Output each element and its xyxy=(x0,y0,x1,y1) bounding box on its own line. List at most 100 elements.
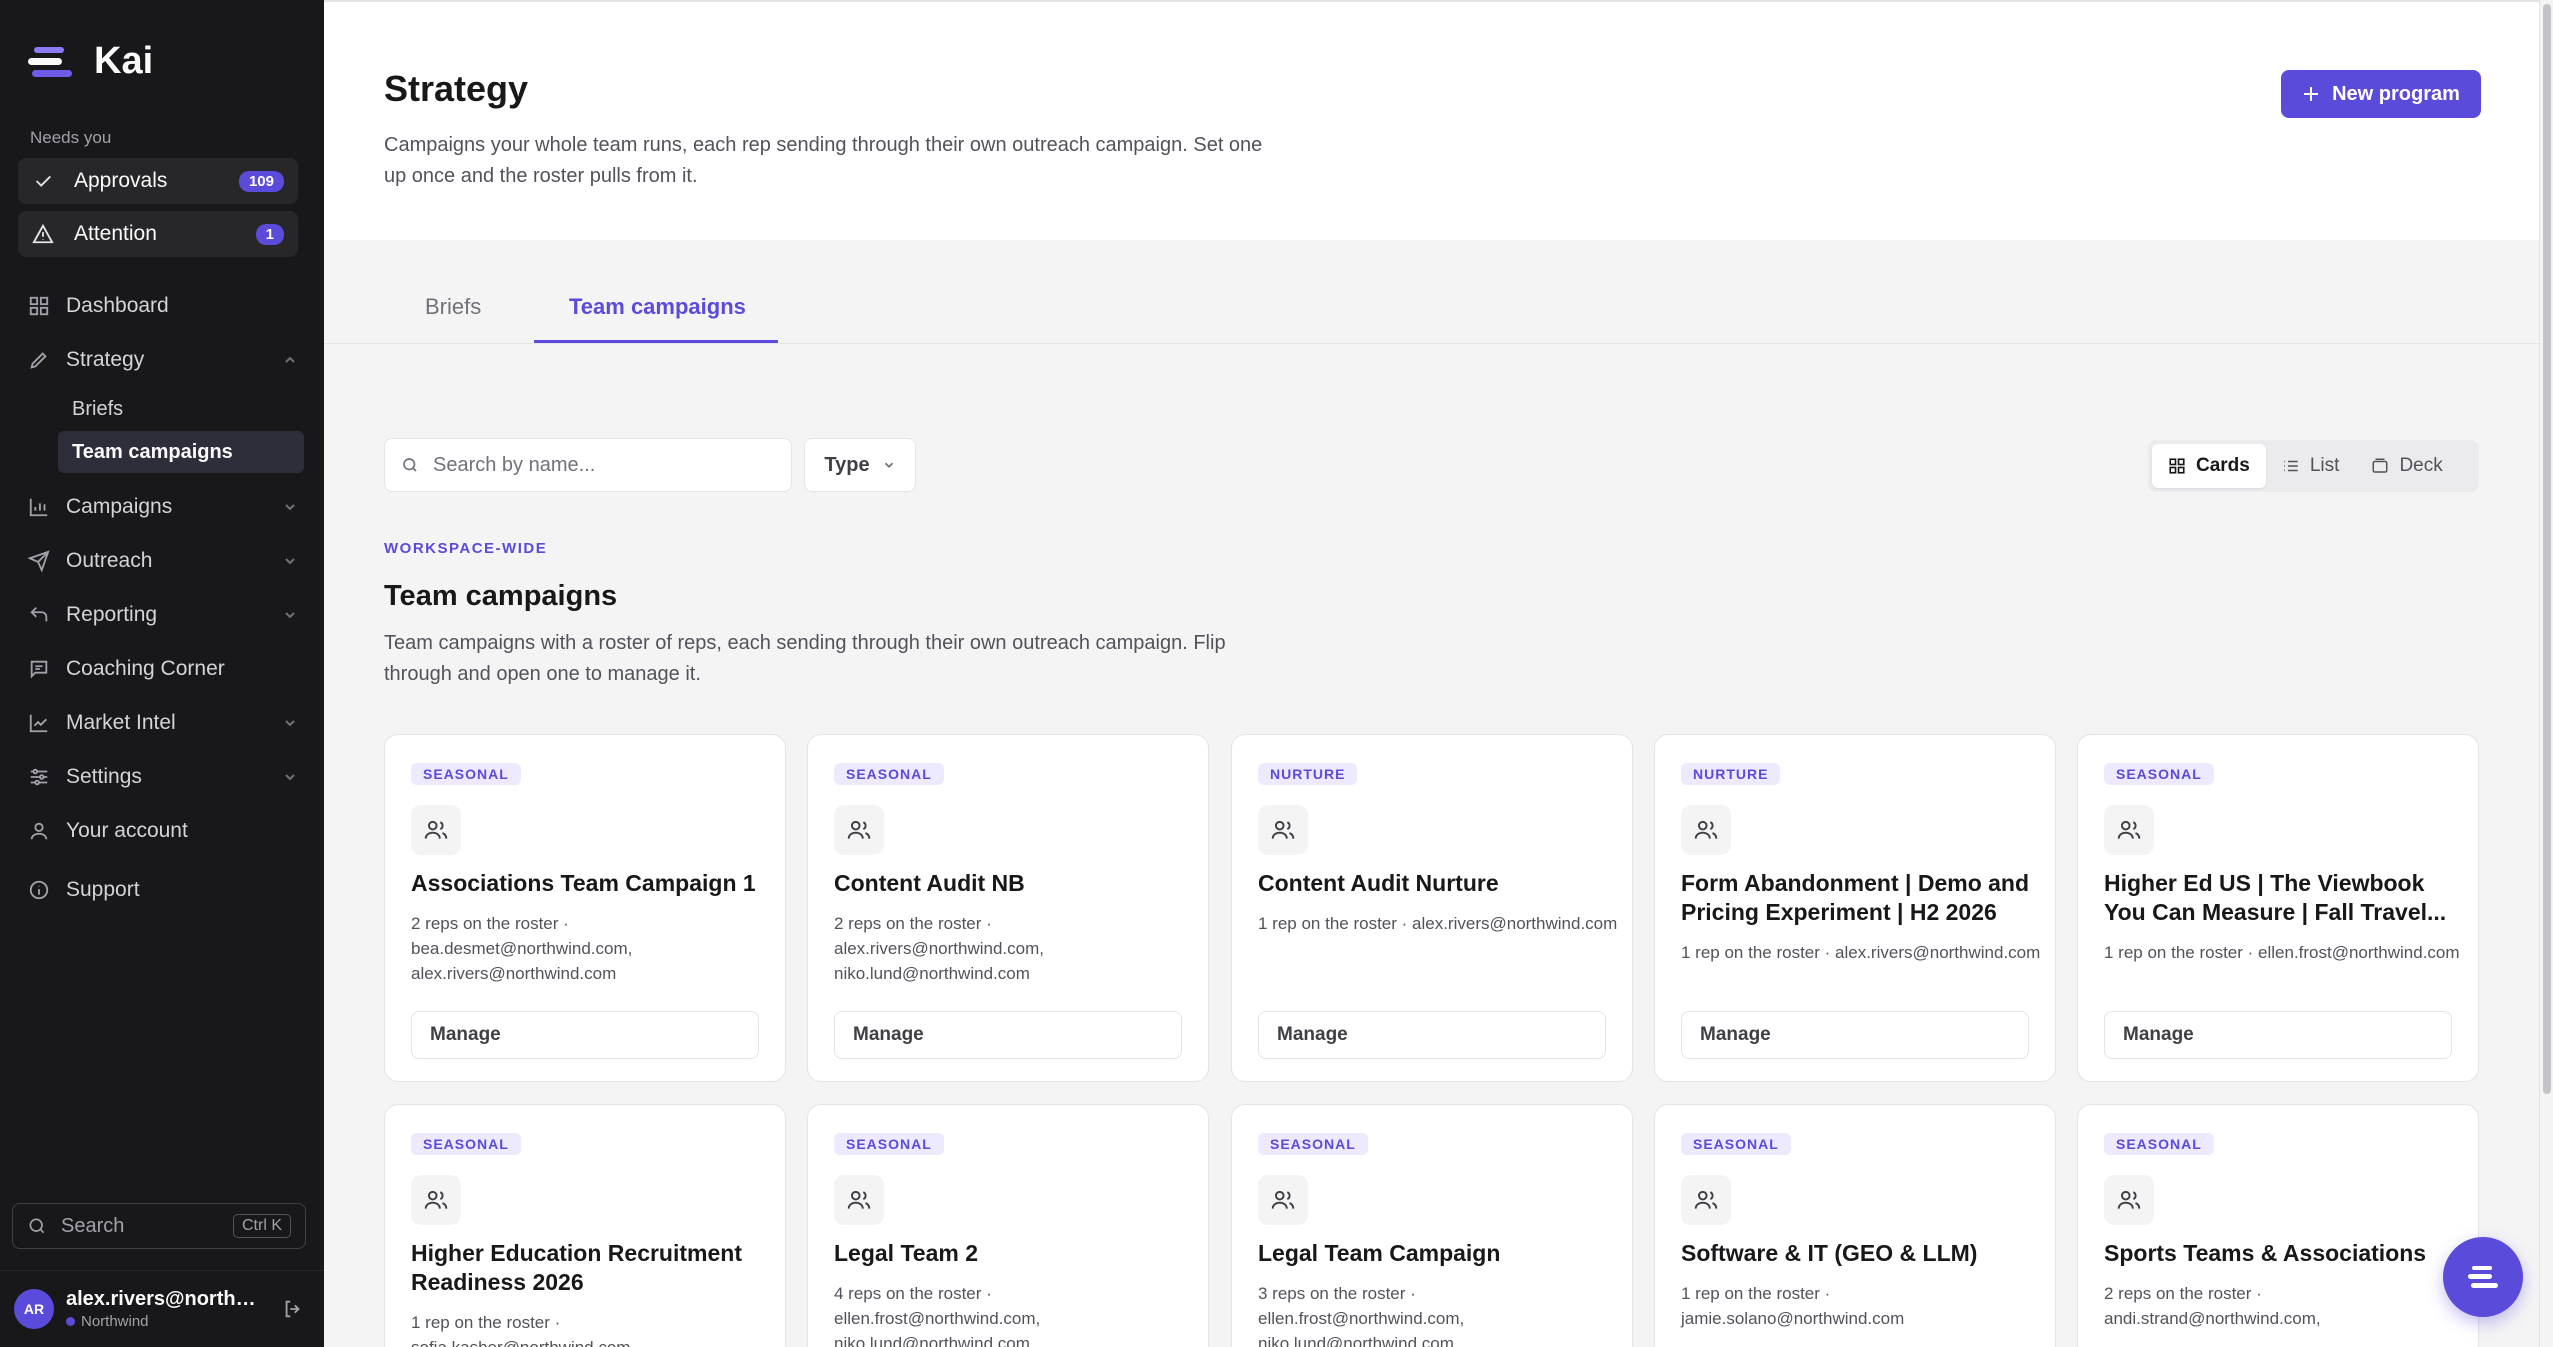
chevron-down-icon xyxy=(285,612,295,619)
section-eyebrow: WORKSPACE-WIDE xyxy=(384,540,548,557)
view-list-button[interactable]: List xyxy=(2266,444,2356,488)
sidebar-item-market-intel[interactable]: Market Intel xyxy=(28,703,298,743)
pen-icon xyxy=(30,352,47,369)
campaign-title[interactable]: Content Audit Nurture xyxy=(1258,869,1608,898)
search-input[interactable] xyxy=(433,453,773,477)
grid-icon xyxy=(29,296,49,316)
new-program-label: New program xyxy=(2332,82,2460,105)
campaign-title[interactable]: Legal Team 2 xyxy=(834,1239,1184,1268)
brand-name: Kai xyxy=(94,40,154,82)
campaign-card[interactable]: NURTURE Content Audit Nurture 1 rep on t… xyxy=(1231,734,1633,1082)
sidebar-item-dashboard[interactable]: Dashboard xyxy=(28,286,298,326)
campaign-roster: 1 rep on the roster · ellen.frost@northw… xyxy=(2104,943,2460,962)
campaign-type-tag: SEASONAL xyxy=(834,1133,944,1155)
campaign-title[interactable]: Higher Education Recruitment Readiness 2… xyxy=(411,1239,761,1297)
page-description: Campaigns your whole team runs, each rep… xyxy=(384,134,1263,187)
nav-label: Your account xyxy=(66,819,188,842)
campaign-type-tag: SEASONAL xyxy=(411,1133,521,1155)
team-icon xyxy=(847,820,871,839)
campaign-title[interactable]: Form Abandonment | Demo and Pricing Expe… xyxy=(1681,869,2031,927)
team-icon xyxy=(424,1190,448,1209)
campaign-type-tag: SEASONAL xyxy=(834,763,944,785)
sidebar-item-outreach[interactable]: Outreach xyxy=(28,541,298,581)
team-icon-box xyxy=(834,805,884,855)
view-cards-label: Cards xyxy=(2196,455,2250,476)
logout-icon[interactable] xyxy=(282,1298,304,1320)
manage-button[interactable]: Manage xyxy=(834,1011,1182,1059)
sidebar-item-support[interactable]: Support xyxy=(28,870,298,910)
page-scrollbar[interactable] xyxy=(2539,0,2553,1347)
sidebar-item-reporting[interactable]: Reporting xyxy=(28,595,298,635)
assistant-fab-button[interactable] xyxy=(2443,1237,2523,1317)
sidebar-subitem-briefs[interactable]: Briefs xyxy=(58,388,304,430)
send-icon xyxy=(28,550,50,572)
sidebar: Kai Needs you Approvals 109 Attention 1 … xyxy=(0,0,324,1347)
manage-button[interactable]: Manage xyxy=(2104,1011,2452,1059)
manage-button[interactable]: Manage xyxy=(1681,1011,2029,1059)
campaign-title[interactable]: Legal Team Campaign xyxy=(1258,1239,1608,1268)
sidebar-search[interactable]: Search Ctrl K xyxy=(12,1203,306,1249)
user-menu[interactable]: AR alex.rivers@northwind.com Northwind xyxy=(0,1270,324,1347)
campaign-roster: 2 reps on the roster · andi.strand@north… xyxy=(2104,1284,2321,1328)
manage-button[interactable]: Manage xyxy=(411,1011,759,1059)
campaign-title[interactable]: Content Audit NB xyxy=(834,869,1184,898)
bar-chart-icon xyxy=(29,498,48,517)
campaign-type-tag: SEASONAL xyxy=(2104,763,2214,785)
view-cards-button[interactable]: Cards xyxy=(2152,444,2266,488)
campaign-card[interactable]: SEASONAL Sports Teams & Associations 2 r… xyxy=(2077,1104,2479,1347)
tab-bar: Briefs Team campaigns xyxy=(324,240,2539,344)
campaign-card[interactable]: SEASONAL Content Audit NB 2 reps on the … xyxy=(807,734,1209,1082)
campaign-card[interactable]: NURTURE Form Abandonment | Demo and Pric… xyxy=(1654,734,2056,1082)
sidebar-item-strategy[interactable]: Strategy xyxy=(28,340,298,380)
tab-briefs[interactable]: Briefs xyxy=(425,294,481,320)
sidebar-subitem-team-campaigns[interactable]: Team campaigns xyxy=(58,431,304,473)
tab-team-campaigns[interactable]: Team campaigns xyxy=(569,294,746,320)
sidebar-item-coaching-corner[interactable]: Coaching Corner xyxy=(28,649,298,689)
brand[interactable]: Kai xyxy=(28,40,153,83)
campaign-card[interactable]: SEASONAL Higher Ed US | The Viewbook You… xyxy=(2077,734,2479,1082)
sidebar-item-settings[interactable]: Settings xyxy=(28,757,298,797)
team-icon-box xyxy=(1258,805,1308,855)
campaign-card[interactable]: SEASONAL Legal Team Campaign 3 reps on t… xyxy=(1231,1104,1633,1347)
team-icon xyxy=(424,820,448,839)
team-icon-box xyxy=(411,1175,461,1225)
view-list-label: List xyxy=(2309,455,2340,476)
sidebar-item-approvals[interactable]: Approvals 109 xyxy=(18,158,298,204)
reply-icon xyxy=(30,607,48,622)
nav-label: Settings xyxy=(66,765,142,788)
new-program-button[interactable]: New program xyxy=(2281,70,2481,118)
view-deck-button[interactable]: Deck xyxy=(2355,444,2458,488)
sidebar-item-campaigns[interactable]: Campaigns xyxy=(28,487,298,527)
sidebar-item-attention[interactable]: Attention 1 xyxy=(18,211,298,257)
campaign-title[interactable]: Software & IT (GEO & LLM) xyxy=(1681,1239,2031,1268)
attention-count-badge: 1 xyxy=(255,223,284,245)
type-filter-dropdown[interactable]: Type xyxy=(804,438,916,492)
sidebar-search-label: Search xyxy=(61,1214,125,1237)
sidebar-item-your-account[interactable]: Your account xyxy=(28,811,298,851)
deck-icon xyxy=(2372,458,2388,473)
search-field[interactable] xyxy=(384,438,792,492)
nav-label: Coaching Corner xyxy=(66,657,225,680)
campaign-card[interactable]: SEASONAL Legal Team 2 4 reps on the rost… xyxy=(807,1104,1209,1347)
attention-label: Attention xyxy=(74,222,157,245)
team-icon xyxy=(1271,820,1295,839)
campaign-card[interactable]: SEASONAL Software & IT (GEO & LLM) 1 rep… xyxy=(1654,1104,2056,1347)
campaign-roster: 1 rep on the roster · jamie.solano@north… xyxy=(1681,1284,1905,1328)
manage-button[interactable]: Manage xyxy=(1258,1011,1606,1059)
chevron-down-icon xyxy=(285,774,295,781)
campaign-card[interactable]: SEASONAL Higher Education Recruitment Re… xyxy=(384,1104,786,1347)
campaign-title[interactable]: Higher Ed US | The Viewbook You Can Meas… xyxy=(2104,869,2454,927)
campaign-title[interactable]: Sports Teams & Associations xyxy=(2104,1239,2454,1268)
grid-icon xyxy=(2169,458,2185,474)
campaign-card[interactable]: SEASONAL Associations Team Campaign 1 2 … xyxy=(384,734,786,1082)
team-icon-box xyxy=(834,1175,884,1225)
team-icon-box xyxy=(2104,805,2154,855)
scrollbar-thumb[interactable] xyxy=(2543,4,2551,1094)
chevron-down-icon xyxy=(285,504,295,511)
team-icon xyxy=(1271,1190,1295,1209)
campaign-title[interactable]: Associations Team Campaign 1 xyxy=(411,869,761,898)
needs-you-label: Needs you xyxy=(30,128,112,147)
team-icon xyxy=(2117,820,2141,839)
nav-label: Market Intel xyxy=(66,711,176,734)
team-icon xyxy=(847,1190,871,1209)
